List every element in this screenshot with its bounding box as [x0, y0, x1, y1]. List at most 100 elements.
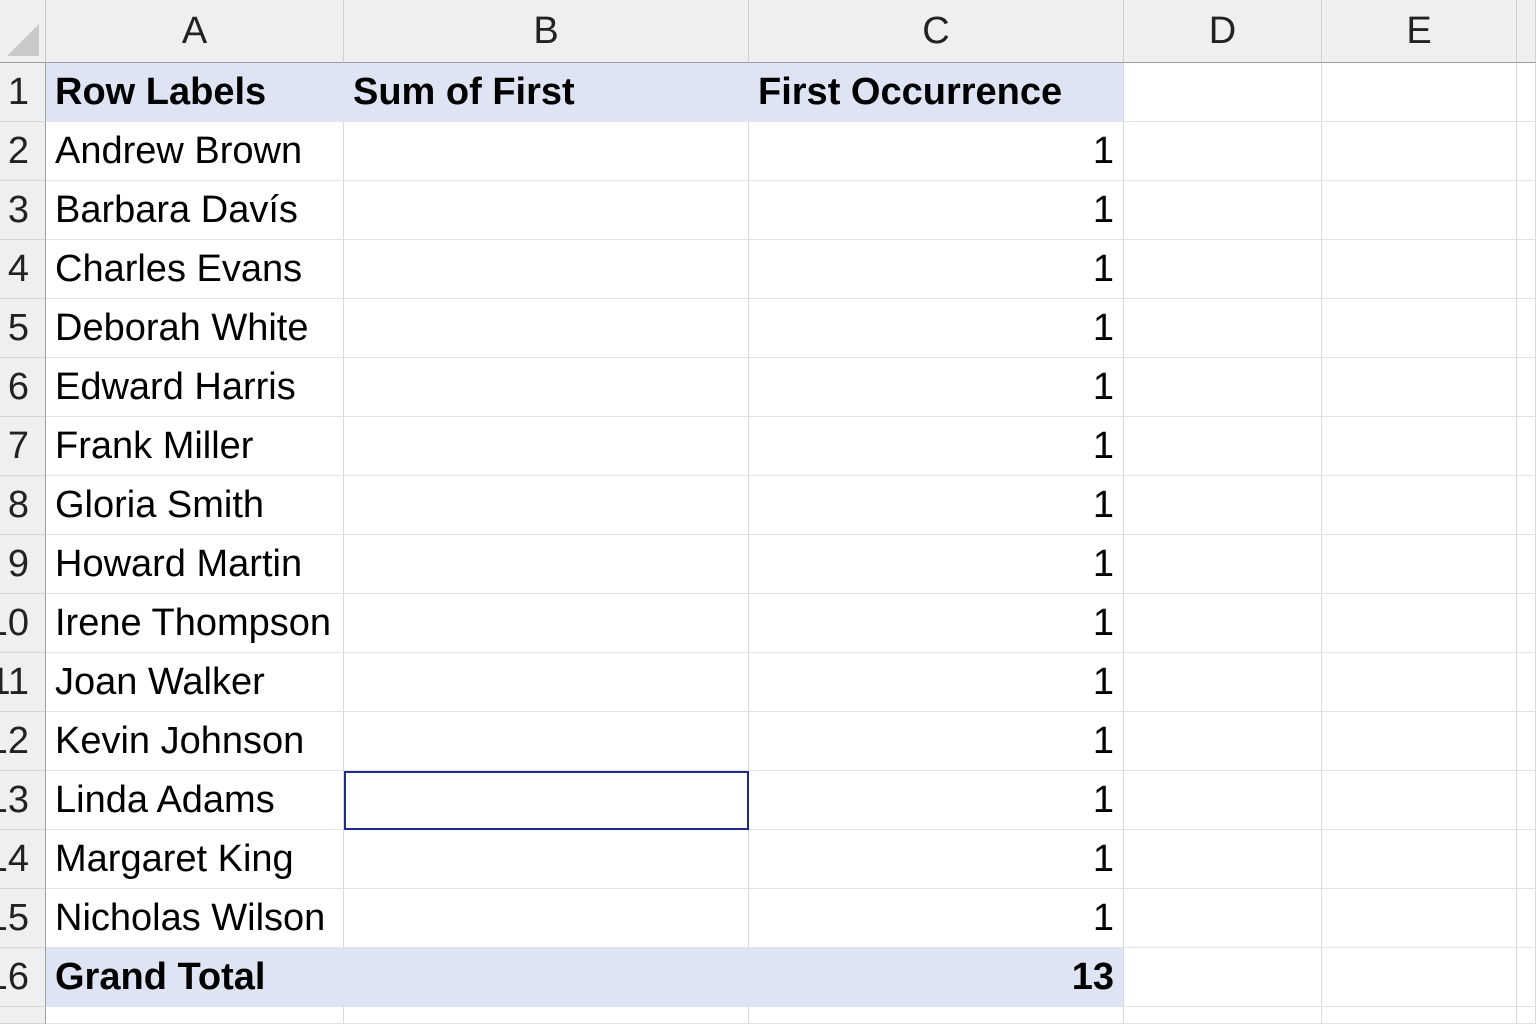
cell-b16[interactable] [344, 948, 749, 1007]
cell-a6[interactable]: Edward Harris [46, 358, 344, 417]
column-header-c[interactable]: C [749, 0, 1124, 63]
cell-row17-partial-4[interactable] [1322, 1007, 1517, 1024]
row-header-10[interactable]: 10 [0, 594, 46, 653]
cell-e16[interactable] [1322, 948, 1517, 1007]
cell-c4[interactable]: 1 [749, 240, 1124, 299]
cell-c9[interactable]: 1 [749, 535, 1124, 594]
cell-b6[interactable] [344, 358, 749, 417]
cell-c5[interactable]: 1 [749, 299, 1124, 358]
cell-e8[interactable] [1322, 476, 1517, 535]
cell-b15[interactable] [344, 889, 749, 948]
cell-b3[interactable] [344, 181, 749, 240]
cell-b14[interactable] [344, 830, 749, 889]
cell-b5[interactable] [344, 299, 749, 358]
cell-f8-partial[interactable] [1517, 476, 1536, 535]
cell-a4[interactable]: Charles Evans [46, 240, 344, 299]
cell-d15[interactable] [1124, 889, 1322, 948]
cell-c11[interactable]: 1 [749, 653, 1124, 712]
cell-b2[interactable] [344, 122, 749, 181]
cell-d10[interactable] [1124, 594, 1322, 653]
cell-a12[interactable]: Kevin Johnson [46, 712, 344, 771]
cell-e3[interactable] [1322, 181, 1517, 240]
row-header-13[interactable]: 13 [0, 771, 46, 830]
cell-c8[interactable]: 1 [749, 476, 1124, 535]
cell-a13[interactable]: Linda Adams [46, 771, 344, 830]
column-header-partial[interactable] [1517, 0, 1536, 63]
cell-b1[interactable]: Sum of First [344, 63, 749, 122]
cell-d6[interactable] [1124, 358, 1322, 417]
cell-e13[interactable] [1322, 771, 1517, 830]
cell-f13-partial[interactable] [1517, 771, 1536, 830]
cell-a5[interactable]: Deborah White [46, 299, 344, 358]
cell-a8[interactable]: Gloria Smith [46, 476, 344, 535]
cell-row17-partial-5[interactable] [1517, 1007, 1536, 1024]
select-all-corner[interactable] [0, 0, 46, 63]
cell-c6[interactable]: 1 [749, 358, 1124, 417]
cell-e14[interactable] [1322, 830, 1517, 889]
cell-d7[interactable] [1124, 417, 1322, 476]
cell-f12-partial[interactable] [1517, 712, 1536, 771]
row-header-7[interactable]: 7 [0, 417, 46, 476]
row-header-5[interactable]: 5 [0, 299, 46, 358]
row-header-1[interactable]: 1 [0, 63, 46, 122]
row-header-partial[interactable] [0, 1007, 46, 1024]
cell-b10[interactable] [344, 594, 749, 653]
cell-d14[interactable] [1124, 830, 1322, 889]
cell-d2[interactable] [1124, 122, 1322, 181]
cell-f4-partial[interactable] [1517, 240, 1536, 299]
cell-d4[interactable] [1124, 240, 1322, 299]
cell-b8[interactable] [344, 476, 749, 535]
cell-e6[interactable] [1322, 358, 1517, 417]
cell-a15[interactable]: Nicholas Wilson [46, 889, 344, 948]
cell-e4[interactable] [1322, 240, 1517, 299]
row-header-15[interactable]: 15 [0, 889, 46, 948]
cell-c13[interactable]: 1 [749, 771, 1124, 830]
cell-a10[interactable]: Irene Thompson [46, 594, 344, 653]
column-header-e[interactable]: E [1322, 0, 1517, 63]
cell-a7[interactable]: Frank Miller [46, 417, 344, 476]
cell-d12[interactable] [1124, 712, 1322, 771]
cell-d5[interactable] [1124, 299, 1322, 358]
cell-e10[interactable] [1322, 594, 1517, 653]
cell-f11-partial[interactable] [1517, 653, 1536, 712]
column-header-b[interactable]: B [344, 0, 749, 63]
cell-c15[interactable]: 1 [749, 889, 1124, 948]
cell-c1[interactable]: First Occurrence [749, 63, 1124, 122]
column-header-a[interactable]: A [46, 0, 344, 63]
cell-e1[interactable] [1322, 63, 1517, 122]
row-header-3[interactable]: 3 [0, 181, 46, 240]
cell-b7[interactable] [344, 417, 749, 476]
row-header-4[interactable]: 4 [0, 240, 46, 299]
row-header-8[interactable]: 8 [0, 476, 46, 535]
cell-b13[interactable] [344, 771, 749, 830]
cell-d1[interactable] [1124, 63, 1322, 122]
cell-f14-partial[interactable] [1517, 830, 1536, 889]
cell-e7[interactable] [1322, 417, 1517, 476]
row-header-14[interactable]: 14 [0, 830, 46, 889]
cell-d3[interactable] [1124, 181, 1322, 240]
cell-e12[interactable] [1322, 712, 1517, 771]
cell-c10[interactable]: 1 [749, 594, 1124, 653]
cell-c14[interactable]: 1 [749, 830, 1124, 889]
cell-e11[interactable] [1322, 653, 1517, 712]
cell-f6-partial[interactable] [1517, 358, 1536, 417]
row-header-12[interactable]: 12 [0, 712, 46, 771]
cell-a3[interactable]: Barbara Davís [46, 181, 344, 240]
cell-f9-partial[interactable] [1517, 535, 1536, 594]
cell-c2[interactable]: 1 [749, 122, 1124, 181]
cell-row17-partial-2[interactable] [749, 1007, 1124, 1024]
cell-e2[interactable] [1322, 122, 1517, 181]
cell-d13[interactable] [1124, 771, 1322, 830]
cell-d8[interactable] [1124, 476, 1322, 535]
cell-f7-partial[interactable] [1517, 417, 1536, 476]
cell-e15[interactable] [1322, 889, 1517, 948]
cell-f10-partial[interactable] [1517, 594, 1536, 653]
cell-row17-partial-0[interactable] [46, 1007, 344, 1024]
row-header-6[interactable]: 6 [0, 358, 46, 417]
cell-b11[interactable] [344, 653, 749, 712]
cell-a11[interactable]: Joan Walker [46, 653, 344, 712]
column-header-d[interactable]: D [1124, 0, 1322, 63]
cell-a9[interactable]: Howard Martin [46, 535, 344, 594]
cell-f16-partial[interactable] [1517, 948, 1536, 1007]
row-header-11[interactable]: 11 [0, 653, 46, 712]
